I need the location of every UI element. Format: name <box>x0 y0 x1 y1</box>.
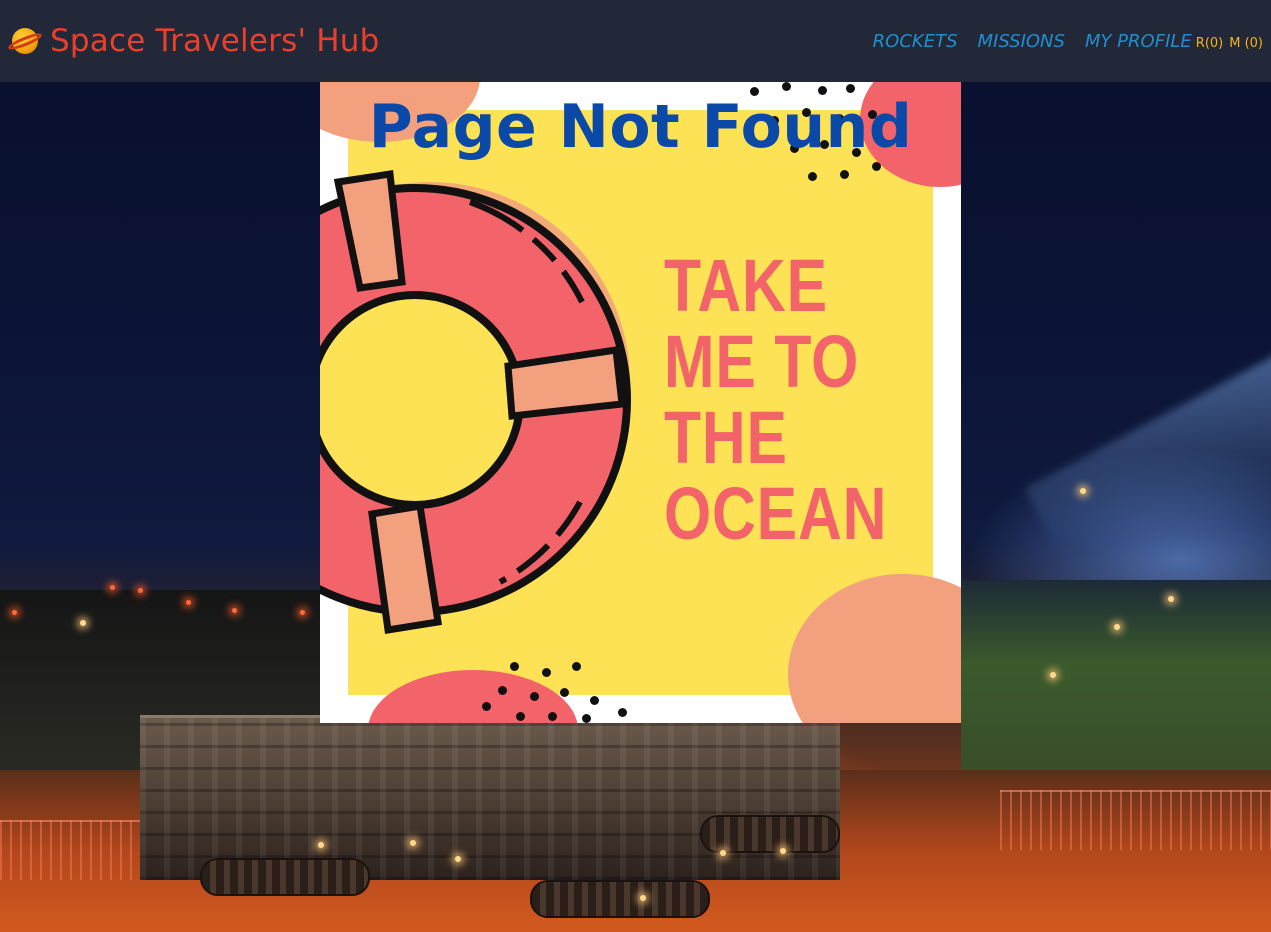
site-light <box>780 848 786 854</box>
nav-link-my-profile[interactable]: MY PROFILE <box>1085 31 1192 52</box>
not-found-image: Page Not Found TAKE ME TO THE OCEAN <box>320 82 961 723</box>
reservation-counts: R(0) M (0) <box>1196 36 1263 51</box>
planet-icon <box>6 26 44 56</box>
crawler-track <box>200 858 370 896</box>
site-light <box>110 585 115 590</box>
crawler-track <box>700 815 840 853</box>
tagline-line: THE <box>664 396 788 479</box>
site-light <box>455 856 461 862</box>
main-nav: ROCKETS MISSIONS MY PROFILE R(0) M (0) <box>873 31 1263 52</box>
site-light <box>80 620 86 626</box>
site-light <box>138 588 143 593</box>
site-light <box>1168 596 1174 602</box>
rockets-count: R(0) <box>1195 35 1224 51</box>
ocean-tagline: TAKE ME TO THE OCEAN <box>664 244 888 555</box>
tagline-line: TAKE <box>664 244 828 327</box>
site-light <box>318 842 324 848</box>
site-light <box>186 600 191 605</box>
brand[interactable]: Space Travelers' Hub <box>6 23 380 59</box>
missions-count: M (0) <box>1229 35 1263 51</box>
site-light <box>1050 672 1056 678</box>
site-header: Space Travelers' Hub ROCKETS MISSIONS MY… <box>0 0 1271 82</box>
background-fence-right <box>1000 790 1271 850</box>
nav-link-rockets[interactable]: ROCKETS <box>873 31 958 52</box>
crawler-track <box>530 880 710 918</box>
nav-link-missions[interactable]: MISSIONS <box>978 31 1065 52</box>
site-light <box>640 895 646 901</box>
site-light <box>1114 624 1120 630</box>
page-not-found-title: Page Not Found <box>368 92 913 162</box>
site-light <box>12 610 17 615</box>
site-light <box>720 850 726 856</box>
site-light <box>300 610 305 615</box>
site-light <box>410 840 416 846</box>
site-light <box>1080 488 1086 494</box>
tagline-line: ME TO <box>664 320 860 403</box>
tagline-line: OCEAN <box>664 472 888 555</box>
site-light <box>232 608 237 613</box>
brand-title: Space Travelers' Hub <box>50 23 380 59</box>
crawler-transporter <box>140 715 840 880</box>
